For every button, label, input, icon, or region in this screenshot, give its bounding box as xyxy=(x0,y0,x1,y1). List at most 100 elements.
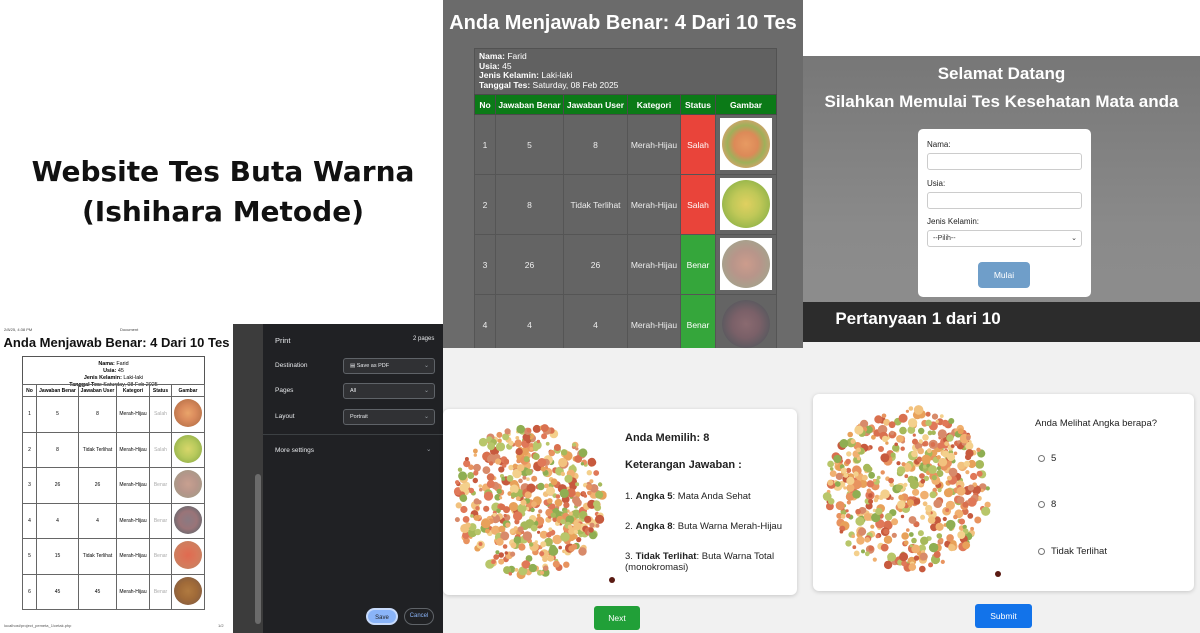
nama-input[interactable] xyxy=(927,153,1082,170)
mulai-button[interactable]: Mulai xyxy=(978,262,1030,288)
plate-dot xyxy=(881,413,887,419)
radio-button[interactable] xyxy=(1038,454,1045,462)
table-row: 5 15 Tidak Terlihat Merah-Hijau Benar xyxy=(22,538,205,575)
plate-dot xyxy=(559,488,569,498)
plate-dot xyxy=(925,411,931,417)
plate-dot xyxy=(597,482,603,487)
plate-dot xyxy=(508,502,519,512)
plate-dot xyxy=(839,439,849,448)
more-settings-toggle[interactable]: More settings xyxy=(275,447,314,454)
plate-dot xyxy=(537,482,545,491)
chevron-down-icon[interactable]: ⌄ xyxy=(426,445,431,453)
plate-dot xyxy=(540,424,549,432)
plate-dot xyxy=(913,405,924,415)
plate-dot xyxy=(845,509,849,513)
next-button[interactable]: Next xyxy=(594,606,640,630)
plate-dot xyxy=(578,547,587,556)
jenis-kelamin-select[interactable]: --Pilih-- ⌄ xyxy=(927,230,1082,247)
plate-dot xyxy=(920,478,926,484)
answer-option[interactable]: 5 xyxy=(1038,453,1056,464)
plate-dot xyxy=(578,448,588,458)
plate-dot xyxy=(481,519,491,529)
plate-dot xyxy=(864,537,871,543)
plate-dot xyxy=(922,464,927,469)
plate-marker-dot xyxy=(995,571,1001,577)
plate-dot xyxy=(486,480,495,489)
save-button[interactable]: Save xyxy=(366,608,398,625)
usia-input[interactable] xyxy=(927,192,1082,209)
pages-select[interactable]: All ⌄ xyxy=(343,383,435,399)
plate-dot xyxy=(847,431,853,438)
plate-dot xyxy=(919,565,926,573)
print-dialog: Print 2 pages Destination ▤ Save as PDF ⌄… xyxy=(263,324,443,633)
plate-dot xyxy=(560,519,566,525)
answer-option[interactable]: Tidak Terlihat xyxy=(1038,546,1107,557)
plate-dot xyxy=(890,452,896,458)
plate-dot xyxy=(868,471,875,479)
doc-header-date: 2/8/25, 4:38 PM xyxy=(4,327,33,332)
destination-select[interactable]: ▤ Save as PDF ⌄ xyxy=(343,358,435,374)
answer-option[interactable]: 8 xyxy=(1038,499,1056,510)
ishihara-plate-image xyxy=(722,179,770,228)
doc-footer-url: localhost/project_pemeta_1/cetak.php xyxy=(4,623,72,628)
plate-dot xyxy=(941,419,949,427)
plate-dot xyxy=(524,491,532,499)
plate-dot xyxy=(963,460,970,467)
plate-dot xyxy=(495,458,502,465)
plate-dot xyxy=(976,470,983,477)
plate-dot xyxy=(880,453,890,463)
plate-dot xyxy=(531,475,538,482)
plate-dot xyxy=(911,537,917,544)
plate-dot xyxy=(937,488,942,493)
plate-dot xyxy=(868,499,874,504)
radio-button[interactable] xyxy=(1038,547,1045,555)
print-page-count: 2 pages xyxy=(413,336,435,342)
plate-dot xyxy=(526,427,532,433)
plate-dot xyxy=(905,409,909,413)
plate-dot xyxy=(912,433,916,437)
radio-button[interactable] xyxy=(1038,500,1045,508)
plate-dot xyxy=(966,436,971,441)
layout-select[interactable]: Portrait ⌄ xyxy=(343,409,435,425)
divider xyxy=(263,434,443,435)
plate-dot xyxy=(526,438,531,444)
plate-dot xyxy=(530,524,538,532)
plate-dot xyxy=(462,516,470,523)
plate-dot xyxy=(563,561,570,568)
plate-dot xyxy=(558,457,568,468)
plate-dot xyxy=(483,491,494,501)
plate-dot xyxy=(505,522,511,528)
plate-dot xyxy=(529,447,534,451)
plate-dot xyxy=(492,512,497,517)
plate-dot xyxy=(931,413,939,420)
plate-dot xyxy=(529,542,534,547)
col-jawaban-user: Jawaban User xyxy=(563,94,628,115)
plate-dot xyxy=(514,439,522,447)
plate-dot xyxy=(513,511,523,521)
plate-dot xyxy=(931,430,936,435)
table-row: 1 5 8 Merah-Hijau Salah xyxy=(474,114,777,175)
plate-dot xyxy=(560,471,566,477)
plate-dot xyxy=(936,533,943,539)
plate-dot xyxy=(560,449,568,456)
print-preview-scrollbar[interactable] xyxy=(233,324,263,633)
plate-dot xyxy=(967,484,975,491)
cancel-button[interactable]: Cancel xyxy=(404,608,434,625)
plate-dot xyxy=(845,458,851,465)
plate-dot xyxy=(852,490,861,499)
plate-dot xyxy=(862,474,868,481)
scrollbar-thumb[interactable] xyxy=(255,474,261,624)
plate-dot xyxy=(514,568,519,572)
plate-dot xyxy=(884,513,893,521)
plate-dot xyxy=(564,474,573,483)
welcome-subheading: Silahkan Memulai Tes Kesehatan Mata anda xyxy=(824,92,1179,111)
plate-dot xyxy=(558,545,562,550)
plate-dot xyxy=(918,439,923,444)
plate-dot xyxy=(937,429,947,439)
col-status: Status xyxy=(680,94,716,115)
plate-dot xyxy=(896,435,904,443)
plate-dot xyxy=(896,466,906,475)
plate-dot xyxy=(901,462,906,467)
plate-dot xyxy=(908,532,914,537)
submit-button[interactable]: Submit xyxy=(975,604,1032,628)
